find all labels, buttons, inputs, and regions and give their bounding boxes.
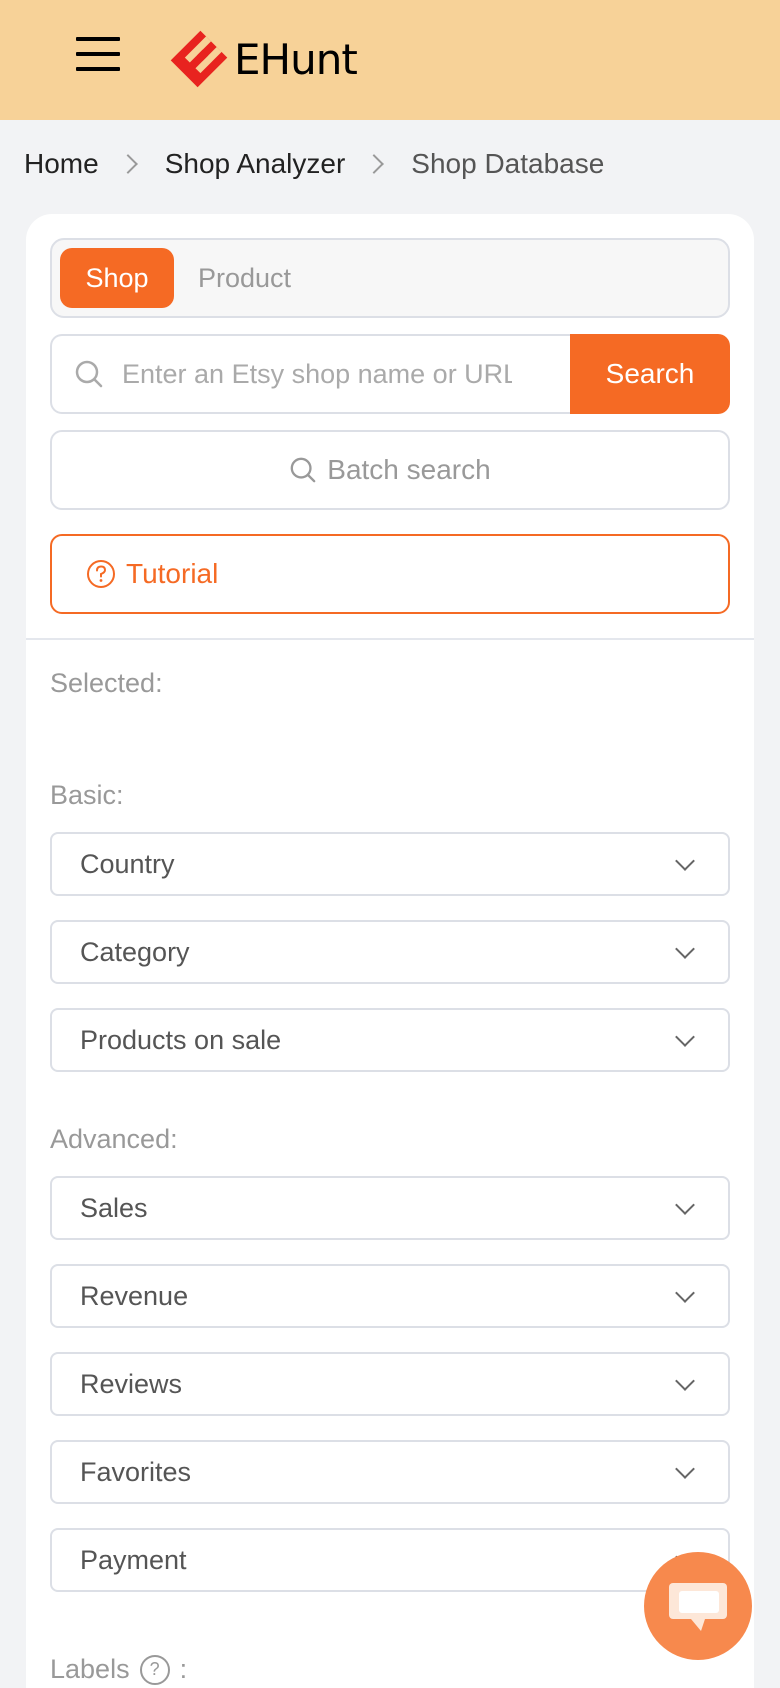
dropdown-label: Products on sale <box>80 1024 282 1055</box>
labels-label: Labels <box>50 1654 130 1684</box>
chevron-down-icon <box>675 1027 695 1047</box>
sales-dropdown[interactable]: Sales <box>50 1176 730 1240</box>
dropdown-label: Reviews <box>80 1368 183 1399</box>
chevron-down-icon <box>675 1371 695 1391</box>
products-on-sale-dropdown[interactable]: Products on sale <box>50 1008 730 1072</box>
chevron-right-icon <box>364 154 385 174</box>
chevron-down-icon <box>675 939 695 959</box>
labels-row: Labels ? : <box>50 1654 187 1685</box>
reviews-dropdown[interactable]: Reviews <box>50 1352 730 1416</box>
breadcrumb-shop-database: Shop Database <box>411 148 605 179</box>
brand-name: EHunt <box>234 34 358 84</box>
tutorial-label: Tutorial <box>126 558 219 589</box>
tab-shop[interactable]: Shop <box>60 248 174 308</box>
dropdown-label: Revenue <box>80 1280 189 1311</box>
basic-label: Basic: <box>50 780 124 810</box>
breadcrumb-shop-analyzer[interactable]: Shop Analyzer <box>165 148 346 180</box>
question-circle-icon[interactable]: ? <box>139 1654 170 1685</box>
hamburger-icon[interactable] <box>76 34 120 74</box>
question-circle-icon <box>87 560 115 588</box>
favorites-dropdown[interactable]: Favorites <box>50 1440 730 1504</box>
payment-dropdown[interactable]: Payment <box>50 1528 730 1592</box>
search-icon <box>290 457 316 483</box>
ehunt-logo-icon <box>170 30 228 88</box>
dropdown-label: Sales <box>80 1192 148 1223</box>
chat-button[interactable] <box>644 1552 752 1660</box>
search-input[interactable] <box>122 358 512 390</box>
chevron-down-icon <box>675 1459 695 1479</box>
search-row: Search <box>50 334 730 414</box>
breadcrumb-home[interactable]: Home <box>24 148 99 180</box>
filter-card: Shop Product Search Batch search Tutoria… <box>26 214 754 1688</box>
dropdown-label: Category <box>80 936 190 967</box>
search-icon <box>75 360 103 388</box>
dropdown-label: Favorites <box>80 1456 192 1487</box>
chevron-down-icon <box>675 851 695 871</box>
breadcrumb: Home Shop Analyzer Shop Database <box>24 148 604 180</box>
labels-suffix: : <box>179 1654 188 1684</box>
batch-search-label: Batch search <box>327 454 491 485</box>
top-header: EHunt <box>0 0 780 120</box>
type-switch: Shop Product <box>50 238 730 318</box>
category-dropdown[interactable]: Category <box>50 920 730 984</box>
tutorial-button[interactable]: Tutorial <box>50 534 730 614</box>
search-field <box>50 334 570 414</box>
dropdown-label: Payment <box>80 1544 187 1575</box>
dropdown-label: Country <box>80 848 175 879</box>
advanced-label: Advanced: <box>50 1124 178 1154</box>
chevron-down-icon <box>675 1283 695 1303</box>
batch-search-button[interactable]: Batch search <box>50 430 730 510</box>
chevron-down-icon <box>675 1195 695 1215</box>
search-button[interactable]: Search <box>570 334 730 414</box>
chevron-right-icon <box>117 154 138 174</box>
revenue-dropdown[interactable]: Revenue <box>50 1264 730 1328</box>
country-dropdown[interactable]: Country <box>50 832 730 896</box>
chat-bubble-icon <box>669 1583 727 1631</box>
divider <box>26 638 754 640</box>
selected-label: Selected: <box>50 668 163 698</box>
tab-product[interactable]: Product <box>198 248 291 308</box>
brand-logo[interactable]: EHunt <box>168 28 358 90</box>
